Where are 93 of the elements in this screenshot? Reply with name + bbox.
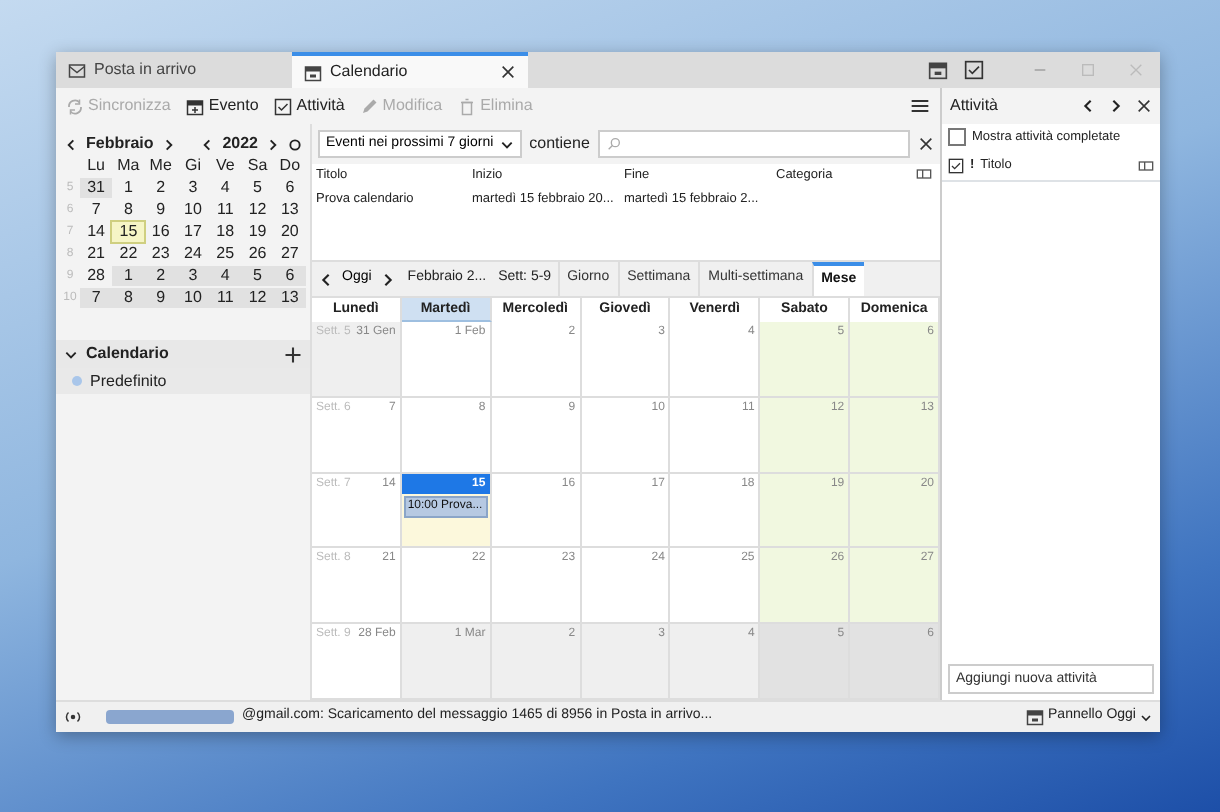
calendar-day[interactable]: 28 bbox=[80, 266, 113, 286]
trash-icon bbox=[458, 97, 477, 115]
weekday-label: Ma bbox=[115, 156, 142, 176]
calendar-day[interactable]: 4 bbox=[209, 178, 242, 198]
calendar-day[interactable]: 6 bbox=[273, 178, 306, 198]
calendar-day[interactable]: 13 bbox=[273, 288, 306, 308]
expand-icon[interactable] bbox=[64, 347, 78, 361]
calendar-day[interactable]: 26 bbox=[241, 244, 274, 264]
calendar-day[interactable]: 3 bbox=[176, 178, 210, 198]
previous-icon[interactable] bbox=[1080, 98, 1096, 114]
menu-icon[interactable] bbox=[910, 96, 930, 116]
calendar-day[interactable]: 1 bbox=[112, 266, 145, 286]
sync-icon bbox=[66, 97, 84, 115]
column-picker-icon[interactable] bbox=[1138, 157, 1154, 174]
toolbar-button[interactable]: Attività bbox=[274, 94, 345, 118]
calendar-day[interactable]: 27 bbox=[273, 244, 306, 264]
calendar-day[interactable]: 18 bbox=[209, 222, 242, 242]
calendar-day[interactable]: 17 bbox=[176, 222, 210, 242]
calendar-day[interactable]: 10 bbox=[176, 200, 210, 220]
calendar-day[interactable]: 2 bbox=[144, 178, 177, 198]
chevron-right-icon[interactable] bbox=[266, 137, 280, 151]
calendar-day[interactable]: 8 bbox=[112, 288, 145, 308]
caret-icon bbox=[1140, 711, 1152, 723]
close-icon[interactable] bbox=[1136, 98, 1152, 114]
calendar-day[interactable]: 7 bbox=[80, 288, 113, 308]
weekday-label: Ve bbox=[213, 156, 237, 176]
plus-icon[interactable] bbox=[284, 345, 302, 363]
envelope-icon bbox=[68, 61, 86, 79]
calendar-day[interactable]: 19 bbox=[241, 222, 274, 242]
calendar-day[interactable]: 3 bbox=[176, 266, 210, 286]
calendar-icon[interactable] bbox=[928, 60, 948, 80]
calendar-day[interactable]: 10 bbox=[176, 288, 210, 308]
previous-icon[interactable] bbox=[318, 271, 334, 287]
chevron-left-icon[interactable] bbox=[64, 137, 78, 151]
next-icon[interactable] bbox=[379, 271, 396, 287]
app-tab[interactable]: Calendario bbox=[292, 52, 528, 88]
checklist-icon[interactable] bbox=[964, 60, 984, 80]
calendar-day[interactable]: 20 bbox=[273, 222, 306, 242]
clear-icon[interactable] bbox=[918, 136, 934, 152]
chevron-right-icon[interactable] bbox=[161, 137, 176, 151]
weekday-label: Gi bbox=[182, 156, 203, 176]
completed-column-icon[interactable] bbox=[948, 157, 964, 174]
calendar-icon bbox=[1026, 708, 1045, 726]
calendar-plus-icon bbox=[186, 97, 205, 115]
next-icon[interactable] bbox=[1108, 98, 1124, 114]
calendar-day[interactable]: 16 bbox=[144, 222, 177, 242]
today-icon[interactable] bbox=[288, 137, 302, 151]
calendar-day[interactable]: 25 bbox=[209, 244, 242, 264]
month-label: Febbraio bbox=[86, 132, 154, 156]
calendar-day[interactable]: 24 bbox=[176, 244, 210, 264]
close-icon[interactable] bbox=[500, 64, 516, 80]
calendar-day[interactable]: 9 bbox=[144, 200, 177, 220]
calendar-day[interactable]: 4 bbox=[209, 266, 242, 286]
calendar-day[interactable]: 31 bbox=[80, 178, 113, 198]
calendar-day[interactable]: 12 bbox=[241, 288, 274, 308]
calendar-day[interactable]: 7 bbox=[80, 200, 113, 220]
weekday-label: Do bbox=[277, 156, 303, 176]
search-icon bbox=[605, 136, 622, 152]
weekday-label: Lu bbox=[85, 156, 108, 176]
year-label: 2022 bbox=[222, 132, 258, 156]
calendar-day[interactable]: 5 bbox=[241, 178, 274, 198]
calendar-day[interactable]: 11 bbox=[209, 200, 242, 220]
calendar-day[interactable]: 5 bbox=[241, 266, 274, 286]
calendar-icon bbox=[304, 63, 322, 81]
checkbox[interactable] bbox=[948, 128, 966, 147]
calendar-day[interactable]: 13 bbox=[273, 200, 306, 220]
calendar-day[interactable]: 14 bbox=[80, 222, 113, 242]
filter-label: contiene bbox=[529, 132, 590, 156]
caret-icon bbox=[499, 137, 514, 151]
activity-icon[interactable] bbox=[64, 708, 82, 726]
search-field[interactable] bbox=[597, 130, 910, 158]
calendar-day[interactable]: 12 bbox=[241, 200, 274, 220]
checklist-icon bbox=[274, 97, 293, 115]
calendar-day[interactable]: 1 bbox=[112, 178, 145, 198]
chevron-left-icon[interactable] bbox=[200, 137, 215, 151]
calendar-day[interactable]: 23 bbox=[144, 244, 177, 264]
app-tab[interactable]: Posta in arrivo bbox=[56, 52, 292, 88]
section-title: Calendario bbox=[86, 342, 171, 366]
calendar-day[interactable]: 21 bbox=[80, 244, 113, 264]
calendar-day[interactable]: 22 bbox=[112, 244, 145, 264]
calendar-day[interactable]: 8 bbox=[112, 200, 145, 220]
column-picker-icon[interactable] bbox=[916, 166, 932, 182]
calendar-day[interactable]: 11 bbox=[209, 288, 242, 308]
calendar-day[interactable]: 2 bbox=[144, 266, 177, 286]
calendar-day[interactable]: 15 bbox=[112, 222, 145, 242]
calendar-day[interactable]: 6 bbox=[273, 266, 306, 286]
pane-title: Attività bbox=[950, 94, 1001, 118]
toolbar-button[interactable]: Evento bbox=[186, 94, 259, 118]
weekday-label: Me bbox=[147, 156, 174, 176]
redaction-block bbox=[106, 710, 234, 724]
weekday-label: Sa bbox=[245, 156, 270, 176]
pencil-icon bbox=[360, 97, 379, 115]
calendar-day[interactable]: 9 bbox=[144, 288, 177, 308]
